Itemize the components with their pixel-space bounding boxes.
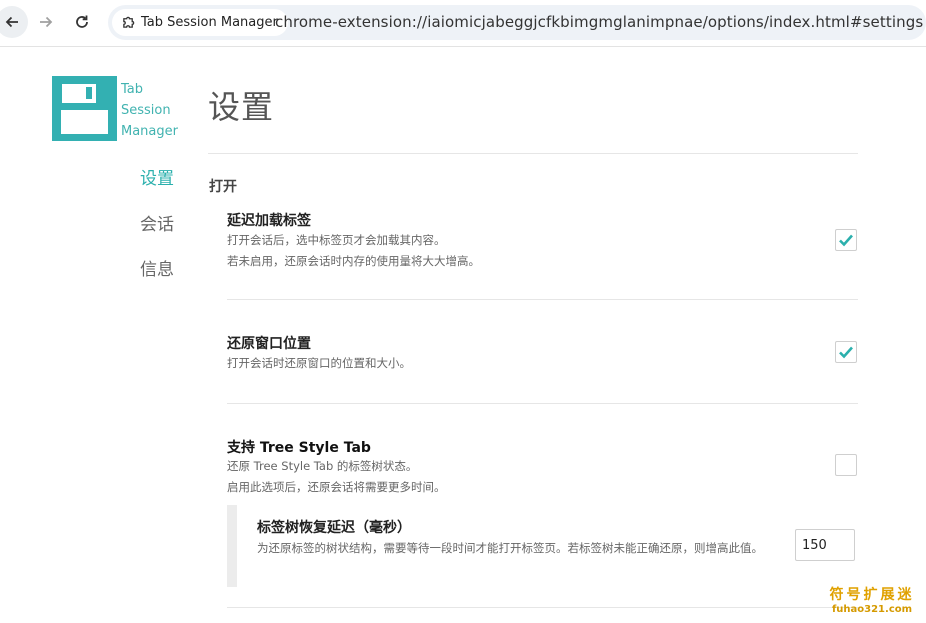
divider — [227, 607, 858, 608]
checkmark-icon — [839, 234, 853, 247]
divider — [227, 403, 858, 404]
sidebar-item-sessions[interactable]: 会话 — [140, 210, 174, 235]
option-description: 还原 Tree Style Tab 的标签树状态。 — [227, 459, 418, 473]
reload-button[interactable] — [66, 6, 98, 38]
option-title: 支持 Tree Style Tab — [227, 437, 371, 457]
indent-bar — [227, 505, 237, 587]
reload-icon — [76, 15, 88, 28]
brand-name-line: Tab — [121, 82, 144, 97]
brand-name-line: Manager — [121, 124, 178, 139]
sidebar-item-info[interactable]: 信息 — [140, 255, 174, 280]
option-description: 打开会话后，选中标签页才会加载其内容。 — [227, 233, 446, 247]
option-description: 启用此选项后，还原会话将需要更多时间。 — [227, 480, 446, 494]
watermark-domain: fuhao321.com — [831, 604, 913, 615]
option-title-text: 支持 Tree Style Tab — [227, 440, 371, 456]
back-button[interactable] — [0, 6, 28, 38]
restore-window-position-checkbox[interactable] — [835, 341, 857, 363]
sidebar-item-settings[interactable]: 设置 — [140, 164, 174, 189]
arrow-left-icon — [5, 16, 18, 28]
extension-chip-label: Tab Session Manager — [141, 15, 278, 30]
floppy-disk-icon — [52, 76, 117, 141]
sub-option-description: 为还原标签的树状结构，需要等待一段时间才能打开标签页。若标签树未能正确还原，则增… — [257, 541, 763, 555]
tree-style-tab-checkbox[interactable] — [835, 454, 857, 476]
puzzle-icon — [123, 16, 135, 28]
arrow-right-icon — [40, 16, 53, 28]
logo — [52, 76, 117, 141]
option-description: 若未启用，还原会话时内存的使用量将大大增高。 — [227, 254, 480, 268]
brand-name-line: Session — [121, 103, 171, 118]
option-title: 还原窗口位置 — [227, 336, 311, 352]
option-title: 延迟加载标签 — [227, 213, 311, 229]
divider — [227, 299, 858, 300]
forward-button[interactable] — [30, 6, 62, 38]
watermark-text: 符号扩展迷 — [829, 587, 915, 603]
brand-name: Tab Session Manager — [121, 79, 178, 142]
browser-toolbar: Tab Session Manager chrome-extension://i… — [0, 0, 926, 47]
extension-chip[interactable]: Tab Session Manager — [112, 9, 288, 36]
page-title: 设置 — [208, 88, 275, 126]
sub-option-block: 标签树恢复延迟（毫秒） 为还原标签的树状结构，需要等待一段时间才能打开标签页。若… — [227, 505, 858, 587]
url-text[interactable]: chrome-extension://iaiomicjabeggjcfkbimg… — [275, 13, 923, 31]
tree-restore-delay-input[interactable] — [795, 529, 855, 561]
option-description: 打开会话时还原窗口的位置和大小。 — [227, 356, 411, 370]
sub-option-title: 标签树恢复延迟（毫秒） — [257, 520, 411, 536]
section-title: 打开 — [209, 179, 237, 195]
lazy-load-checkbox[interactable] — [835, 229, 857, 251]
divider — [208, 153, 858, 154]
address-bar[interactable]: Tab Session Manager chrome-extension://i… — [108, 5, 926, 40]
checkmark-icon — [839, 346, 853, 359]
watermark: 符号扩展迷 fuhao321.com — [826, 584, 918, 615]
